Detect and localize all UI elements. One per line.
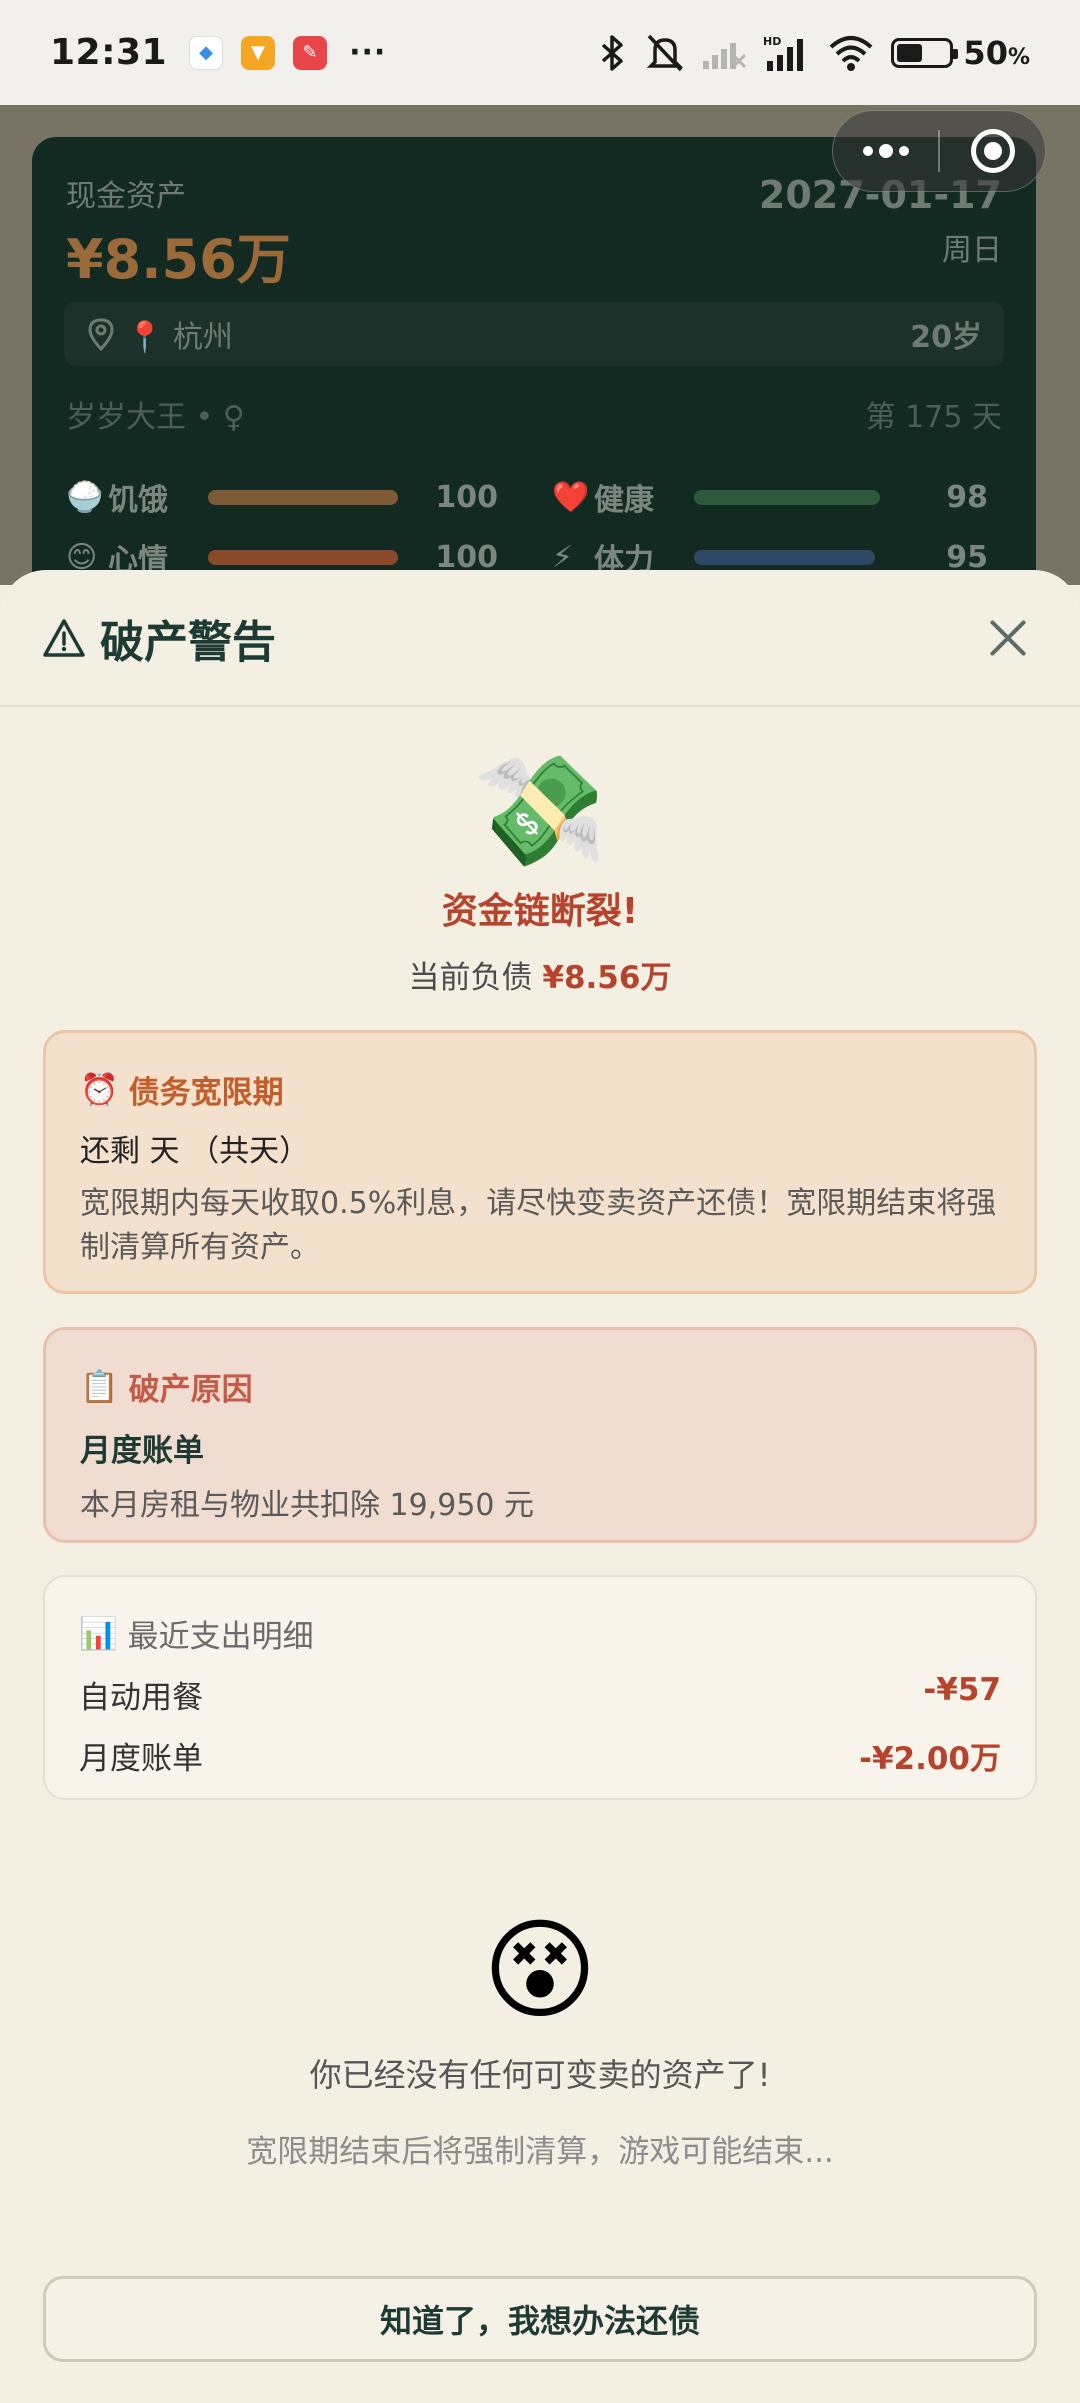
location-text: 📍 杭州 [126,320,233,355]
expense-row: 月度账单 -¥2.00万 [79,1741,1001,1777]
more-notifications-icon: ··· [349,35,387,70]
stat-bar [208,549,398,565]
mute-bell-icon [647,34,684,71]
stat-1: ❤️ 健康 98 [552,475,988,519]
location-pin-icon [88,318,114,351]
location-bar: 📍 杭州 20岁 [64,302,1004,366]
sheet-title: 破产警告 [100,616,276,668]
bluetooth-icon [602,34,624,71]
grace-remaining-days: 还剩 天 （共天） [80,1134,310,1169]
player-row: 岁岁大王 • ♀ 第 175 天 [66,392,1002,436]
acknowledge-button[interactable]: 知道了，我想办法还债 [43,2276,1037,2362]
stat-icon: ❤️ [552,479,590,515]
recent-expenses-title: 📊 最近支出明细 [79,1616,314,1655]
clipboard-icon: 📋 [80,1369,119,1405]
wifi-icon [830,35,873,71]
stat-name: 饥饿 [108,483,168,518]
game-weekday: 周日 [942,233,1002,268]
target-icon [970,129,1015,173]
svg-text:HD: HD [763,35,781,48]
flying-money-icon: 💸 [472,749,608,874]
stat-value: 98 [946,479,988,515]
status-app-icons: ◆ ▼ ✎ ··· [189,35,386,70]
recent-expenses-box: 📊 最近支出明细 自动用餐 -¥57 月度账单 -¥2.00万 [43,1575,1037,1800]
map-app-icon: ◆ [189,35,224,70]
reason-title: 📋 破产原因 [80,1369,253,1408]
stat-bar [694,549,875,565]
stat-0: 🍚 饥饿 100 [66,475,498,519]
bar-chart-icon: 📊 [79,1616,118,1652]
stat-icon: 🍚 [66,479,104,515]
status-indicators: HD 50% [595,32,1030,74]
grace-period-title: ⏰ 债务宽限期 [80,1072,284,1111]
alarm-clock-icon: ⏰ [80,1072,119,1108]
stat-value: 100 [435,479,498,515]
bankruptcy-sheet: 破产警告 💸 资金链断裂! 当前负债 ¥8.56万 ⏰ 债务宽限期 还剩 天 （… [0,570,1080,2403]
warning-icon [43,618,85,657]
sheet-header: 破产警告 [0,570,1080,707]
bankruptcy-reason-box: 📋 破产原因 月度账单 本月房租与物业共扣除 19,950 元 [43,1327,1037,1543]
player-age: 20岁 [910,320,982,355]
expense-row: 自动用餐 -¥57 [79,1672,1001,1716]
status-time: 12:31 [50,32,168,73]
player-name: 岁岁大王 • ♀ [66,400,245,435]
asset-card: 现金资产 ¥8.56万 2027-01-17 周日 📍 杭州 20岁 岁岁大王 … [32,137,1036,607]
grace-description: 宽限期内每天收取0.5%利息，请尽快变卖资产还债！宽限期结束将强制清算所有资产。 [80,1186,997,1265]
battery-icon [891,37,959,68]
status-bar: 12:31 ◆ ▼ ✎ ··· HD 50% [0,0,1080,105]
battery-percent: 50% [963,33,1030,72]
red-app-icon: ✎ [293,35,328,70]
miniprogram-capsule [832,110,1046,192]
exit-miniprogram-button[interactable] [940,129,1045,173]
close-button[interactable] [978,608,1038,668]
cashflow-broken-title: 资金链断裂! [441,891,639,932]
stat-bar [694,489,880,505]
dizzy-face-icon: 😵 [482,1906,598,2034]
day-counter: 第 175 天 [865,400,1002,435]
reason-name: 月度账单 [80,1433,204,1469]
current-debt: 当前负债 ¥8.56万 [408,960,672,996]
signal-hd-icon: HD [763,35,804,71]
signal-weak-icon [703,42,747,69]
grace-period-box: ⏰ 债务宽限期 还剩 天 （共天） 宽限期内每天收取0.5%利息，请尽快变卖资产… [43,1030,1037,1294]
battery-indicator: 50% [891,34,1030,72]
stat-bar [208,489,398,505]
shopping-app-icon: ▼ [241,35,276,70]
liquidation-warning: 宽限期结束后将强制清算，游戏可能结束... [246,2134,834,2170]
reason-description: 本月房租与物业共扣除 19,950 元 [80,1488,535,1523]
stat-name: 健康 [594,483,654,518]
more-menu-button[interactable] [833,144,938,158]
debt-amount: ¥8.56万 [542,960,672,996]
no-assets-message: 你已经没有任何可变卖的资产了! [309,2056,771,2094]
cash-asset-amount: ¥8.56万 [66,228,291,291]
